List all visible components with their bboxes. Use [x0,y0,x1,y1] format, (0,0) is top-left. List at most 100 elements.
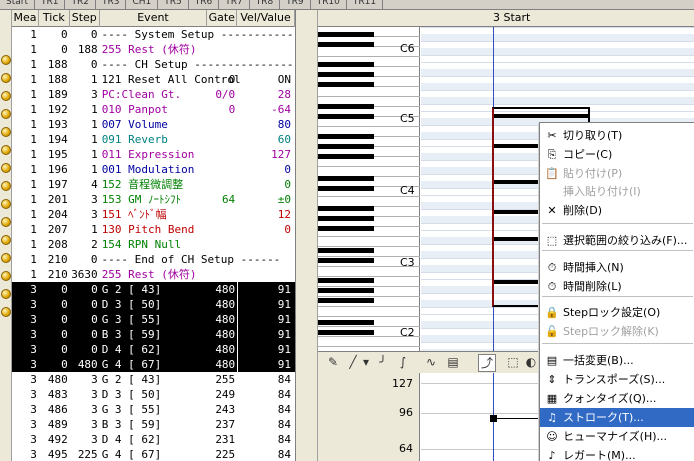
menu-item[interactable]: ✕ 削除(D) [540,201,694,220]
menu-item[interactable]: ⏱ 時間削除(L) [540,277,694,296]
event-row[interactable]: 1 197 4 152 音程微調整 0 [12,177,295,192]
black-key[interactable] [318,72,374,77]
col-header-mea[interactable]: Mea [12,10,39,27]
track-tab[interactable]: TR11 [347,0,384,9]
event-row[interactable]: 1 193 1 007 Volume 80 [12,117,295,132]
event-row[interactable]: 3 492 3 D 4 [ 62] 231 84 [12,432,295,447]
event-row[interactable]: 1 188 1 121 Reset All Control 0 ON [12,72,295,87]
dropdown-arrow-icon[interactable]: ▾ [362,354,370,372]
table-tool-icon[interactable]: ▤ [444,354,462,372]
menu-item[interactable]: ⎘ コピー(C) [540,145,694,164]
black-key[interactable] [318,248,374,253]
event-list-scrollbar[interactable] [296,10,318,461]
menu-item[interactable]: ⬚ 選択範囲の絞り込み(F)... [540,231,694,250]
line-tool-icon[interactable]: ╱ [344,354,362,372]
black-key[interactable] [318,288,374,293]
track-tab[interactable]: TR9 [280,0,311,9]
event-row[interactable]: 1 210 0 ---- End of CH Setup ------ [12,252,295,267]
event-row[interactable]: 1 201 3 153 GM ﾉｰﾄｼﾌﾄ 64 ±0 [12,192,295,207]
white-key[interactable] [318,87,420,97]
time-ruler[interactable]: 3 Start [318,10,694,27]
black-key[interactable] [318,134,374,139]
event-row[interactable]: 3 483 3 D 3 [ 50] 249 84 [12,387,295,402]
event-row[interactable]: 1 207 1 130 Pitch Bend 0 [12,222,295,237]
select-tool-icon[interactable]: ⬚ [504,354,522,372]
menu-item[interactable]: ▦ クォンタイズ(Q)... [540,389,694,408]
event-row[interactable]: 1 204 3 151 ﾍﾞﾝﾄﾞ幅 12 [12,207,295,222]
black-key[interactable] [318,144,374,149]
col-header-tick[interactable]: Tick [39,10,70,27]
track-tab[interactable]: TR6 [189,0,220,9]
track-tab[interactable]: CH1 [126,0,159,9]
black-key[interactable] [318,206,374,211]
curve2-tool-icon[interactable]: ∫ [394,354,412,372]
event-row[interactable]: 3 495 225 G 4 [ 67] 225 84 [12,447,295,461]
black-key[interactable] [318,114,374,119]
event-row[interactable]: 300G 2 [ 43] 480 91 [12,282,295,297]
event-row[interactable]: 3 489 3 B 3 [ 59] 237 84 [12,417,295,432]
black-key[interactable] [318,226,374,231]
white-key[interactable] [318,307,420,317]
event-row[interactable]: 1 195 1 011 Expression 127 [12,147,295,162]
event-row[interactable]: 300D 3 [ 50] 480 91 [12,297,295,312]
event-list[interactable]: Mea Tick Step Event Gate Vel/Value 1 0 0 --… [12,10,296,461]
event-row[interactable]: 1 188 0 ---- CH Setup ----------------- [12,57,295,72]
black-key[interactable] [318,186,374,191]
black-key[interactable] [318,82,374,87]
track-tab[interactable]: TR8 [250,0,281,9]
black-key[interactable] [318,258,374,263]
menu-item[interactable]: ▤ 一括変更(B)... [540,351,694,370]
menu-item[interactable]: ⇕ トランスポーズ(S)... [540,370,694,389]
event-row[interactable]: 1 196 1 001 Modulation 0 [12,162,295,177]
black-key[interactable] [318,104,374,109]
event-row[interactable]: 1 208 2 154 RPN Null [12,237,295,252]
black-key[interactable] [318,320,374,325]
curve-tool-icon[interactable]: ╯ [374,354,392,372]
event-row[interactable]: 1 0 188 255 Rest (休符) [12,42,295,57]
menu-item[interactable]: ♪ レガート(M)... [540,446,694,461]
black-key[interactable] [318,278,374,283]
col-header-step[interactable]: Step [70,10,100,27]
black-key[interactable] [318,42,374,47]
event-row[interactable]: 1 189 3 PC:Clean Gt. 0/0 28 [12,87,295,102]
event-row[interactable]: 1 192 1 010 Panpot 0 -64 [12,102,295,117]
event-row[interactable]: 3 480 3 G 2 [ 43] 255 84 [12,372,295,387]
event-row[interactable]: 1 210 3630 255 Rest (休符) [12,267,295,282]
event-row[interactable]: 1 0 0 ---- System Setup ----------- [12,27,295,42]
pencil-tool-icon[interactable]: ✎ [324,354,342,372]
menu-item[interactable]: ☺ ヒューマナイズ(H)... [540,427,694,446]
event-row[interactable]: 3 0 480 G 4 [ 67] 480 91 [12,357,295,372]
menu-item[interactable]: ✂ 切り取り(T) [540,126,694,145]
col-header-event[interactable]: Event [100,10,208,27]
black-key[interactable] [318,62,374,67]
event-row[interactable]: 3 486 3 G 3 [ 55] 243 84 [12,402,295,417]
menu-item[interactable]: 🔒 Stepロック設定(O) [540,303,694,322]
track-tab[interactable]: TR5 [158,0,189,9]
black-key[interactable] [318,330,374,335]
black-key[interactable] [318,216,374,221]
track-tab[interactable]: TR2 [65,0,96,9]
track-tab[interactable]: TR7 [219,0,250,9]
piano-keyboard[interactable]: C6 C5 C4 C3 C2 [318,27,420,351]
track-tab[interactable]: TR1 [35,0,66,9]
track-tab[interactable]: TR10 [311,0,347,9]
event-row[interactable]: 300D 4 [ 62] 480 91 [12,342,295,357]
brush-tool-icon[interactable]: ◐ [522,354,540,372]
wave-tool-icon[interactable]: ∿ [422,354,440,372]
black-key[interactable] [318,176,374,181]
midi-note[interactable] [494,114,588,118]
event-row[interactable]: 300G 3 [ 55] 480 91 [12,312,295,327]
menu-item[interactable]: ⏱ 時間挿入(N) [540,258,694,277]
white-key[interactable] [318,237,420,247]
col-header-gate[interactable]: Gate [207,10,238,27]
track-tab[interactable]: Start [0,0,35,9]
track-tab[interactable]: TR3 [96,0,127,9]
menu-item[interactable]: ♫ ストローク(T)... [540,408,694,427]
col-header-vel[interactable]: Vel/Value [237,10,295,27]
black-key[interactable] [318,298,374,303]
event-row[interactable]: 300B 3 [ 59] 480 91 [12,327,295,342]
step-tool-icon[interactable]: ⤴ [478,354,496,372]
event-row[interactable]: 1 194 1 091 Reverb 60 [12,132,295,147]
black-key[interactable] [318,32,374,37]
black-key[interactable] [318,154,374,159]
